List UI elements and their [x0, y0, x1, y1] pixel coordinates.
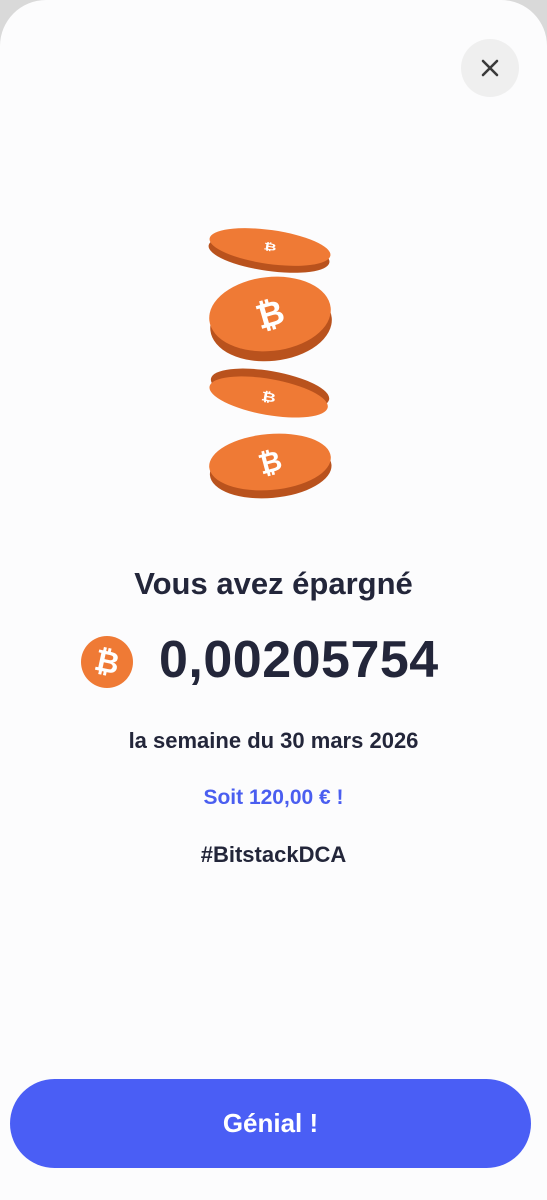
- bitcoin-coins-icon: ₿ ₿ ₿ ₿: [208, 228, 332, 499]
- savings-period: la semaine du 30 mars 2026: [128, 728, 419, 753]
- bitcoin-icon: ₿: [81, 636, 133, 688]
- hashtag: #BitstackDCA: [200, 842, 347, 867]
- close-button[interactable]: [461, 39, 519, 97]
- btc-amount: 0,00205754: [159, 631, 439, 689]
- savings-summary-sheet: ₿ ₿ ₿ ₿ Vous avez épargné ₿ 0,00205754 l…: [0, 0, 547, 1200]
- confirm-button[interactable]: Génial !: [10, 1079, 531, 1168]
- headline: Vous avez épargné: [134, 566, 413, 601]
- close-icon: [481, 59, 499, 77]
- svg-text:₿: ₿: [263, 241, 278, 254]
- btc-amount-row: ₿ 0,00205754: [0, 628, 547, 698]
- svg-text:₿: ₿: [260, 389, 277, 406]
- fiat-equivalent: Soit 120,00 € !: [203, 786, 344, 809]
